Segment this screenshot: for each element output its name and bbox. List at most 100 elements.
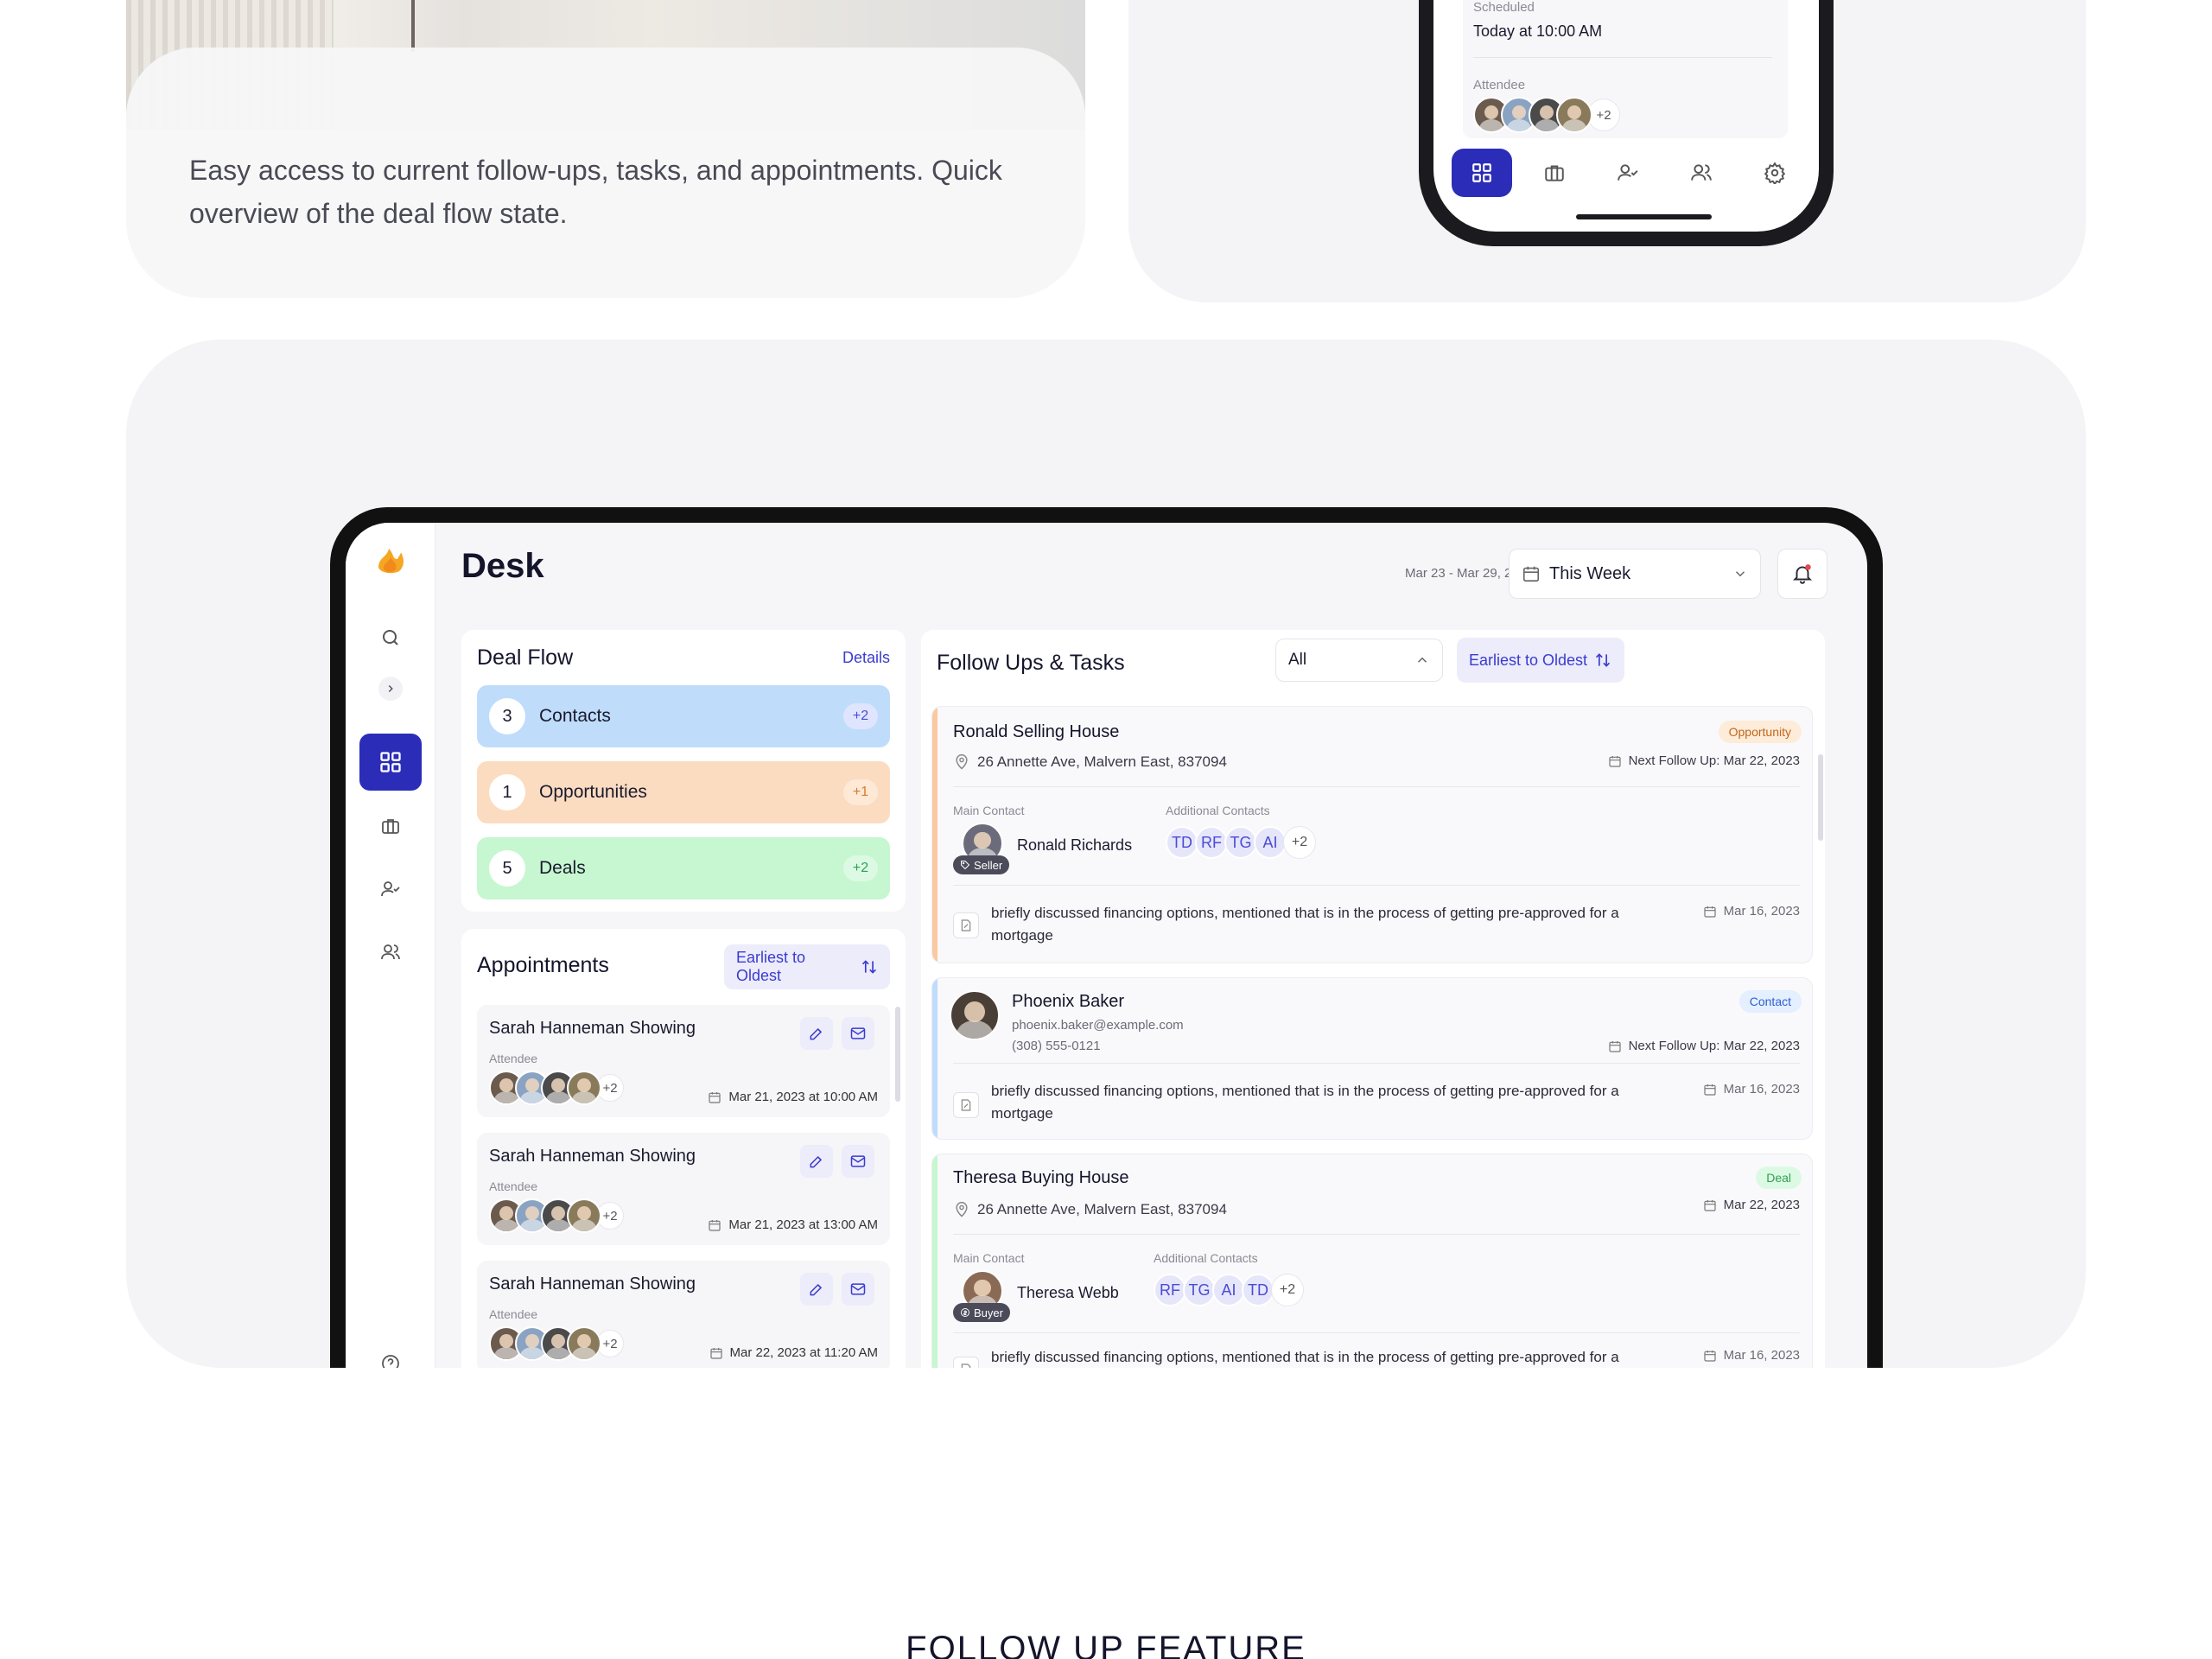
- contact-initials[interactable]: AI: [1254, 826, 1287, 859]
- email-appointment-button[interactable]: [842, 1017, 874, 1050]
- more-contacts-count[interactable]: +2: [1271, 1274, 1304, 1306]
- nav-team[interactable]: [1671, 149, 1732, 197]
- nav-deals[interactable]: [1524, 149, 1585, 197]
- nav-settings[interactable]: [1745, 149, 1805, 197]
- follow-ups-filter-select[interactable]: All: [1275, 639, 1443, 682]
- appointments-sort-button[interactable]: Earliest to Oldest: [724, 944, 890, 989]
- sidebar-item-deals[interactable]: [359, 798, 422, 855]
- contact-initials[interactable]: TD: [1166, 826, 1198, 859]
- follow-up-card[interactable]: Theresa Buying House Deal 26 Annette Ave…: [931, 1154, 1813, 1368]
- contact-email[interactable]: phoenix.baker@example.com: [1012, 1018, 1184, 1033]
- tablet-mockup: Desk Mar 23 - Mar 29, 2023 This Week Dea…: [330, 507, 1883, 1368]
- task-note: briefly discussed financing options, men…: [991, 905, 1619, 944]
- note-icon: [953, 1357, 979, 1368]
- email-appointment-button[interactable]: [842, 1273, 874, 1306]
- page-title: Desk: [461, 547, 544, 585]
- nav-contacts[interactable]: [1598, 149, 1658, 197]
- nav-dashboard[interactable]: [1452, 149, 1512, 197]
- calendar-icon: [709, 1347, 722, 1359]
- sort-arrows-icon: [862, 960, 877, 974]
- appointment-date: Mar 21, 2023 at 13:00 AM: [708, 1217, 878, 1232]
- label: Opportunities: [539, 782, 647, 802]
- section-heading: FOLLOW UP FEATURE: [906, 1630, 1306, 1659]
- next-follow-up: Next Follow Up: Mar 22, 2023: [1608, 753, 1800, 768]
- grid-icon: [1472, 163, 1491, 182]
- appointment-title: Sarah Hanneman Showing: [489, 1147, 696, 1166]
- card-accent: [932, 1154, 938, 1368]
- contact-initials[interactable]: RF: [1195, 826, 1228, 859]
- status-badge: Contact: [1738, 990, 1802, 1013]
- appointments-scrollbar[interactable]: [895, 1007, 900, 1102]
- note-date: Mar 16, 2023: [1703, 1348, 1800, 1363]
- avatar: [950, 990, 1000, 1040]
- avatar: [567, 1071, 601, 1105]
- note-date-text: Mar 16, 2023: [1723, 904, 1800, 918]
- follow-ups-scrollbar[interactable]: [1818, 754, 1823, 841]
- edit-appointment-button[interactable]: [800, 1273, 833, 1306]
- calendar-icon: [1704, 1084, 1716, 1096]
- feature-description: Easy access to current follow-ups, tasks…: [189, 155, 1002, 229]
- deal-flow-opportunities[interactable]: 1 Opportunities +1: [477, 761, 890, 823]
- avatar: [1556, 97, 1592, 133]
- chevron-down-icon: [1735, 571, 1745, 577]
- edit-icon: [810, 1027, 823, 1040]
- contact-initials[interactable]: RF: [1154, 1274, 1186, 1306]
- deal-flow-details-link[interactable]: Details: [842, 649, 890, 667]
- deal-flow-title: Deal Flow: [477, 645, 574, 670]
- status-badge: Opportunity: [1718, 721, 1802, 743]
- main-contact-label: Main Contact: [953, 1251, 1025, 1265]
- role-badge: Seller: [953, 855, 1010, 874]
- sidebar-search[interactable]: [359, 609, 422, 666]
- appointment-card[interactable]: Sarah Hanneman Showing Attendee +2 Mar 2…: [477, 1133, 890, 1245]
- contact-initials[interactable]: TD: [1242, 1274, 1274, 1306]
- contact-initials[interactable]: AI: [1212, 1274, 1245, 1306]
- sidebar-item-team[interactable]: [359, 924, 422, 981]
- sidebar-item-dashboard[interactable]: [359, 734, 422, 791]
- scheduled-value: Today at 10:00 AM: [1473, 22, 1603, 40]
- mail-icon: [850, 1027, 866, 1039]
- deal-flow-deals[interactable]: 5 Deals +2: [477, 837, 890, 899]
- location-pin-icon: [956, 1201, 968, 1217]
- help-icon: [382, 1355, 399, 1368]
- appointment-date: Mar 21, 2023 at 10:00 AM: [708, 1090, 878, 1104]
- follow-up-card[interactable]: Ronald Selling House Opportunity 26 Anne…: [931, 706, 1813, 963]
- calendar-icon: [1522, 566, 1540, 582]
- notifications-button[interactable]: [1777, 549, 1827, 599]
- period-select[interactable]: This Week: [1509, 549, 1761, 599]
- email-appointment-button[interactable]: [842, 1145, 874, 1178]
- sidebar-expand-button[interactable]: [378, 677, 403, 701]
- feature-card-overview: Easy access to current follow-ups, tasks…: [126, 0, 1085, 298]
- briefcase-icon: [1545, 165, 1564, 181]
- follow-ups-sort-button[interactable]: Earliest to Oldest: [1457, 638, 1624, 683]
- calendar-icon: [709, 1219, 721, 1231]
- count: 3: [489, 698, 525, 734]
- settings-icon: [1764, 162, 1786, 184]
- page: Easy access to current follow-ups, tasks…: [0, 0, 2212, 1659]
- contact-initials[interactable]: TG: [1224, 826, 1257, 859]
- contact-initials[interactable]: TG: [1183, 1274, 1216, 1306]
- follow-up-card[interactable]: Phoenix Baker phoenix.baker@example.com …: [931, 977, 1813, 1140]
- deal-flow-contacts[interactable]: 3 Contacts +2: [477, 685, 890, 747]
- more-contacts-count[interactable]: +2: [1283, 826, 1316, 859]
- appointment-card[interactable]: Sarah Hanneman Showing Attendee +2 Mar 2…: [477, 1005, 890, 1117]
- tablet-screen: Desk Mar 23 - Mar 29, 2023 This Week Dea…: [346, 523, 1867, 1368]
- next-follow-up: Next Follow Up: Mar 22, 2023: [1608, 1039, 1800, 1053]
- sort-arrows-icon: [1595, 653, 1611, 667]
- task-title: Theresa Buying House: [953, 1168, 1129, 1187]
- sidebar-help[interactable]: [359, 1335, 422, 1368]
- additional-contacts: TD RF TG AI +2: [1166, 826, 1316, 859]
- attendee-avatars: +2: [489, 1071, 624, 1105]
- appointment-card[interactable]: Sarah Hanneman Showing Attendee +2 Mar 2…: [477, 1261, 890, 1368]
- follow-ups-title: Follow Ups & Tasks: [937, 651, 1125, 675]
- label: Contacts: [539, 706, 611, 726]
- task-title: Ronald Selling House: [953, 722, 1120, 741]
- sidebar-item-contacts[interactable]: [359, 861, 422, 918]
- contact-phone[interactable]: (308) 555-0121: [1012, 1039, 1101, 1053]
- deal-flow-panel: Deal Flow Details 3 Contacts +2 1 Opport…: [461, 630, 906, 912]
- note-date: Mar 16, 2023: [1703, 904, 1800, 918]
- task-address: 26 Annette Ave, Malvern East, 837094: [953, 753, 1227, 771]
- edit-appointment-button[interactable]: [800, 1145, 833, 1178]
- phone-screen: Scheduled Today at 10:00 AM Attendee +2: [1433, 0, 1819, 232]
- edit-appointment-button[interactable]: [800, 1017, 833, 1050]
- label: Deals: [539, 858, 586, 878]
